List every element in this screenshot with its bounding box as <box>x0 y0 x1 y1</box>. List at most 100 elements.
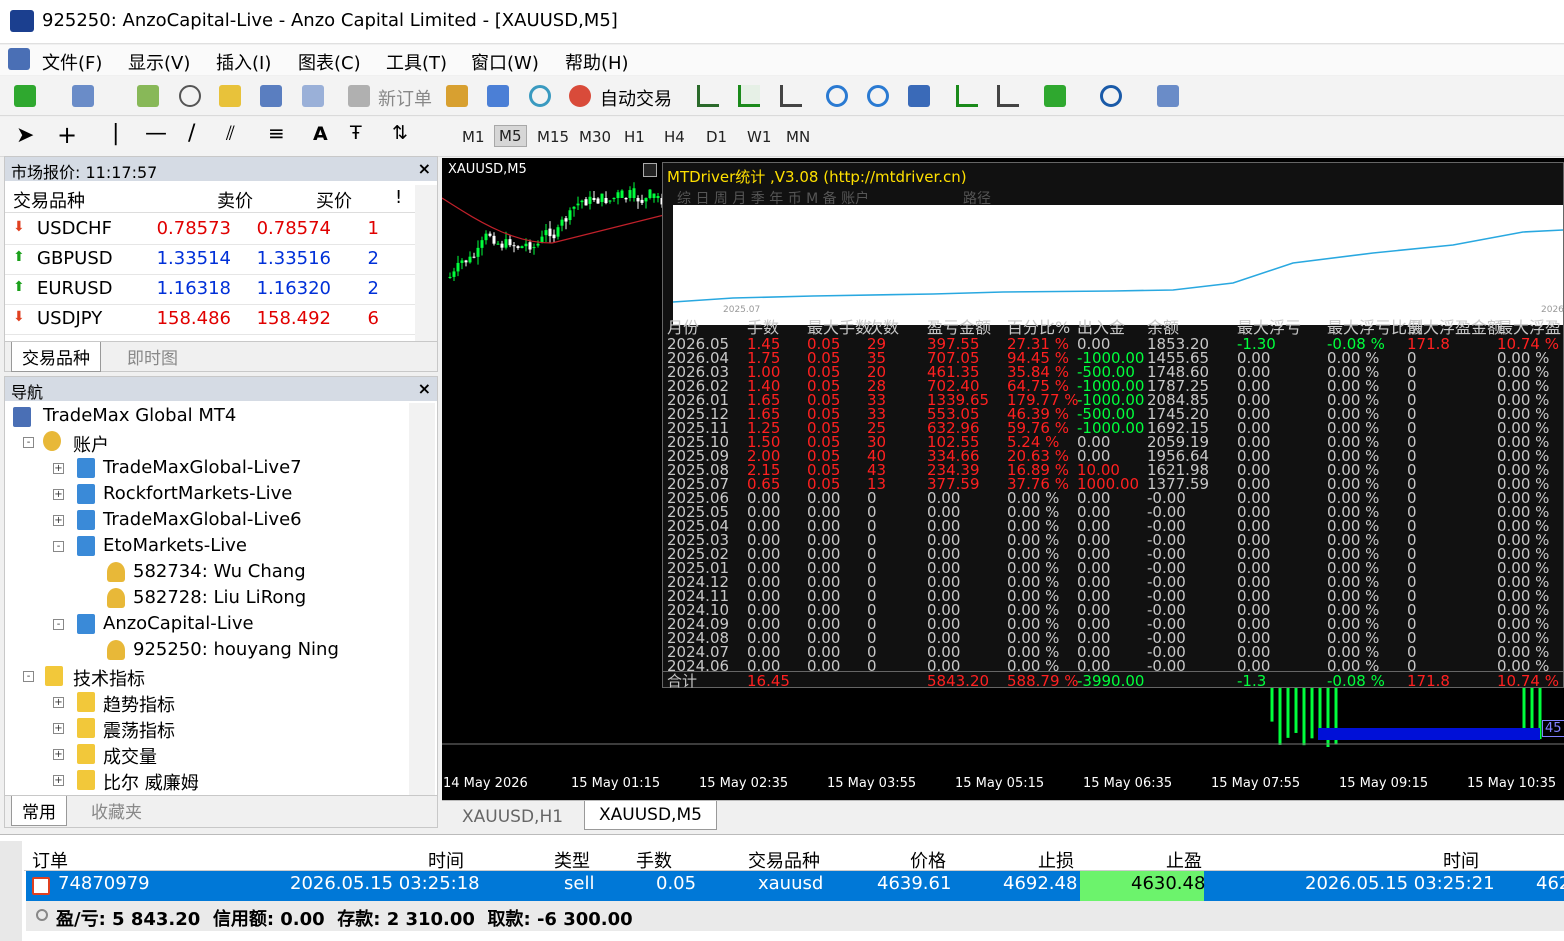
col-type[interactable]: 类型 <box>554 847 590 873</box>
market-icon[interactable] <box>529 85 551 107</box>
close-icon[interactable]: × <box>418 379 431 398</box>
stats-header-cell[interactable]: 余额 <box>1147 320 1179 336</box>
menu-window[interactable]: 窗口(W) <box>471 49 539 75</box>
auto-trading-icon[interactable] <box>569 85 591 107</box>
navigator-root[interactable]: TradeMax Global MT4 <box>43 405 236 426</box>
expand-icon[interactable]: + <box>53 697 64 708</box>
indicators-node[interactable]: 技术指标 <box>73 665 145 691</box>
expand-icon[interactable]: + <box>53 723 64 734</box>
expand-icon[interactable]: + <box>53 463 64 474</box>
stats-header-cell[interactable]: 最大手数 <box>807 320 871 336</box>
server-node[interactable]: RockfortMarkets-Live <box>103 483 292 504</box>
stats-header-cell[interactable]: 最大浮亏 <box>1237 320 1301 336</box>
expand-icon[interactable]: + <box>53 515 64 526</box>
minimize-icon[interactable] <box>643 163 657 177</box>
text-label-icon[interactable]: Ŧ <box>350 122 362 144</box>
col-tp[interactable]: 止盈 <box>1166 847 1202 873</box>
timeframe-m1[interactable]: M1 <box>458 127 489 147</box>
timeframe-h1[interactable]: H1 <box>622 127 647 147</box>
menu-tools[interactable]: 工具(T) <box>386 49 447 75</box>
menu-view[interactable]: 显示(V) <box>128 49 190 75</box>
terminal-icon[interactable] <box>260 85 282 107</box>
expand-icon[interactable]: + <box>53 749 64 760</box>
line-chart-icon[interactable] <box>780 85 802 107</box>
timeframe-h4[interactable]: H4 <box>662 127 687 147</box>
new-order-icon[interactable] <box>348 85 370 107</box>
col-ask[interactable]: 买价 <box>316 187 352 213</box>
symbol-name[interactable]: USDJPY <box>37 308 102 329</box>
stats-header-cell[interactable]: 月份 <box>667 320 699 336</box>
text-icon[interactable]: A <box>313 123 328 145</box>
tile-windows-icon[interactable] <box>908 85 930 107</box>
window-menu-icon[interactable] <box>8 48 30 70</box>
data-window-icon[interactable] <box>179 85 201 107</box>
vertical-line-icon[interactable]: | <box>112 121 119 146</box>
zoom-in-icon[interactable] <box>826 85 848 107</box>
indicator-group-node[interactable]: 趋势指标 <box>103 691 175 717</box>
col-order[interactable]: 订单 <box>32 847 68 873</box>
indicators-icon[interactable] <box>1044 85 1066 107</box>
timeframe-w1[interactable]: W1 <box>745 127 773 147</box>
navigator-icon[interactable] <box>219 85 241 107</box>
menu-charts[interactable]: 图表(C) <box>298 49 361 75</box>
auto-scroll-icon[interactable] <box>956 85 978 107</box>
col-lots[interactable]: 手数 <box>636 847 672 873</box>
symbol-name[interactable]: EURUSD <box>37 278 113 299</box>
tab-common[interactable]: 常用 <box>11 796 67 826</box>
profiles-icon[interactable] <box>72 85 94 107</box>
periods-icon[interactable] <box>1100 85 1122 107</box>
expand-icon[interactable]: + <box>53 489 64 500</box>
stats-header-cell[interactable]: 最大浮盈金额 <box>1407 320 1503 336</box>
market-watch-icon[interactable] <box>137 85 159 107</box>
stats-header-cell[interactable]: 次数 <box>867 320 899 336</box>
bar-chart-icon[interactable] <box>697 85 719 107</box>
scrollbar[interactable] <box>409 403 435 795</box>
metaeditor-icon[interactable] <box>446 85 468 107</box>
indicator-group-node[interactable]: 震荡指标 <box>103 717 175 743</box>
chart-shift-icon[interactable] <box>997 85 1019 107</box>
stats-header-cell[interactable]: 手数 <box>747 320 779 336</box>
market-watch-row[interactable]: ⬇ USDCHF 0.78573 0.78574 1 <box>5 215 415 245</box>
symbol-name[interactable]: USDCHF <box>37 218 112 239</box>
collapse-icon[interactable]: - <box>53 619 64 630</box>
timeframe-mn[interactable]: MN <box>784 127 812 147</box>
server-node[interactable]: TradeMaxGlobal-Live6 <box>103 509 302 530</box>
equidistant-channel-icon[interactable]: ⫽ <box>226 121 235 145</box>
account-node[interactable]: 925250: houyang Ning <box>133 639 339 660</box>
col-price[interactable]: 价格 <box>910 847 946 873</box>
accounts-node[interactable]: 账户 <box>73 431 109 457</box>
tab-favorites[interactable]: 收藏夹 <box>81 796 152 825</box>
strategy-tester-icon[interactable] <box>302 85 324 107</box>
col-symbol[interactable]: 交易品种 <box>13 187 85 213</box>
new-chart-icon[interactable] <box>14 85 36 107</box>
close-icon[interactable]: × <box>418 159 431 178</box>
scrollbar[interactable] <box>415 185 437 341</box>
col-bid[interactable]: 卖价 <box>217 187 253 213</box>
col-time[interactable]: 时间 <box>428 847 464 873</box>
zoom-out-icon[interactable] <box>867 85 889 107</box>
horizontal-line-icon[interactable]: — <box>145 121 167 146</box>
market-watch-row[interactable]: ⬆ GBPUSD 1.33514 1.33516 2 <box>5 245 415 275</box>
account-node[interactable]: 582734: Wu Chang <box>133 561 306 582</box>
timeframe-m15[interactable]: M15 <box>535 127 571 147</box>
timeframe-d1[interactable]: D1 <box>704 127 729 147</box>
expand-icon[interactable]: + <box>53 775 64 786</box>
server-node[interactable]: EtoMarkets-Live <box>103 535 247 556</box>
menu-help[interactable]: 帮助(H) <box>565 49 629 75</box>
col-spread[interactable]: ! <box>395 187 402 208</box>
templates-icon[interactable] <box>1157 85 1179 107</box>
indicator-group-node[interactable]: 比尔 威廉姆 <box>103 769 199 795</box>
timeframe-m30[interactable]: M30 <box>577 127 613 147</box>
menu-insert[interactable]: 插入(I) <box>216 49 271 75</box>
indicator-group-node[interactable]: 成交量 <box>103 743 157 769</box>
arrows-icon[interactable]: ⇅ <box>392 122 408 144</box>
candlestick-icon[interactable] <box>738 85 760 107</box>
market-watch-row[interactable]: ⬇ USDJPY 158.486 158.492 6 <box>5 305 415 335</box>
collapse-icon[interactable]: - <box>23 671 34 682</box>
stats-header-cell[interactable]: 出入金 <box>1077 320 1125 336</box>
server-node[interactable]: AnzoCapital-Live <box>103 613 254 634</box>
col-time-2[interactable]: 时间 <box>1443 847 1479 873</box>
cursor-icon[interactable]: ➤ <box>16 123 34 148</box>
server-node[interactable]: TradeMaxGlobal-Live7 <box>103 457 302 478</box>
stats-header-cell[interactable]: 盈亏金额 <box>927 320 991 336</box>
